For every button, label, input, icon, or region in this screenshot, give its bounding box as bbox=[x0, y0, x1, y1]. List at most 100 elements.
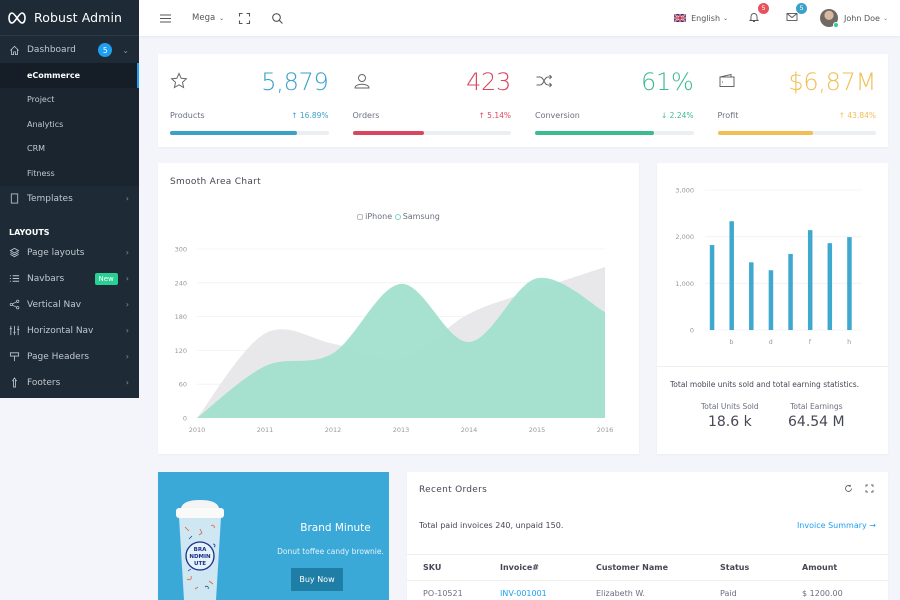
star-icon bbox=[170, 72, 188, 90]
dashboard-submenu: eCommerce Project Analytics CRM Fitness bbox=[0, 63, 139, 186]
sidebar-item-page-headers[interactable]: Page Headers › bbox=[0, 344, 139, 370]
sidebar-item-horizontal-nav[interactable]: Horizontal Nav › bbox=[0, 318, 139, 344]
mega-menu-label: Mega bbox=[192, 13, 216, 23]
bar-f[interactable] bbox=[807, 230, 813, 330]
stat-value: 5,879 bbox=[261, 68, 329, 96]
user-avatar[interactable] bbox=[820, 9, 840, 28]
sidebar-item-label: Page Headers bbox=[27, 351, 90, 362]
y-tick-label: 120 bbox=[175, 347, 187, 355]
chevron-right-icon: › bbox=[125, 248, 129, 257]
stat-change: ↑ 16.89% bbox=[291, 111, 329, 120]
stat-value: $6,87M bbox=[788, 68, 876, 96]
sidebar: Robust Admin Dashboard 5 ⌄ eCommerce Pro… bbox=[0, 0, 139, 398]
chevron-down-icon: ⌄ bbox=[217, 15, 225, 22]
app-title: Robust Admin bbox=[34, 10, 123, 25]
online-status-indicator bbox=[833, 22, 840, 28]
stats-card: 5,879 Products ↑ 16.89% 423 Orders ↑ 5.1… bbox=[158, 54, 888, 147]
share-icon bbox=[8, 299, 20, 311]
section-header-layouts: LAYOUTS bbox=[9, 227, 50, 237]
table-row[interactable]: PO-10521 INV-001001 Elizabeth W. Paid $ … bbox=[407, 580, 888, 600]
stat-products: 5,879 Products ↑ 16.89% bbox=[158, 54, 341, 147]
reload-icon[interactable] bbox=[844, 484, 853, 496]
cell-amount: $ 1200.00 bbox=[802, 589, 843, 598]
cup-text-line: NDMIN bbox=[189, 554, 211, 560]
language-dropdown[interactable]: English ⌄ bbox=[674, 14, 728, 23]
stat-change: ↓ 2.24% bbox=[661, 111, 694, 120]
stat-profit: $6,87M Profit ↑ 43.84% bbox=[706, 54, 889, 147]
sidebar-subitem-analytics[interactable]: Analytics bbox=[0, 112, 139, 137]
sidebar-item-vertical-nav[interactable]: Vertical Nav › bbox=[0, 292, 139, 318]
sidebar-subitem-crm[interactable]: CRM bbox=[0, 137, 139, 162]
bell-icon bbox=[748, 12, 760, 22]
brand[interactable]: Robust Admin bbox=[0, 0, 139, 36]
cell-invoice-link[interactable]: INV-001001 bbox=[500, 589, 596, 598]
bar-a[interactable] bbox=[709, 245, 715, 330]
kpi-label: Total Units Sold bbox=[701, 402, 759, 411]
mail-icon bbox=[786, 12, 798, 21]
x-tick-label: 2011 bbox=[257, 426, 274, 434]
kpi-value: 18.6 k bbox=[707, 414, 752, 430]
bar-d[interactable] bbox=[768, 270, 774, 330]
stat-value: 423 bbox=[466, 68, 511, 96]
sidebar-item-templates[interactable]: Templates › bbox=[0, 186, 139, 212]
x-tick-label: f bbox=[809, 338, 812, 346]
bar-e[interactable] bbox=[788, 253, 793, 330]
menu-toggle-icon[interactable] bbox=[159, 12, 172, 25]
x-tick-label: 2014 bbox=[461, 426, 478, 434]
bar-chart-description: Total mobile units sold and total earnin… bbox=[670, 380, 860, 389]
promo-subtitle: Donut toffee candy brownie. bbox=[277, 547, 384, 556]
sidebar-item-dashboard[interactable]: Dashboard 5 ⌄ bbox=[0, 37, 139, 63]
x-tick-label: 2012 bbox=[325, 426, 342, 434]
x-tick-label: h bbox=[847, 338, 851, 346]
sidebar-item-label: Horizontal Nav bbox=[27, 325, 94, 336]
sidebar-subitem-project[interactable]: Project bbox=[0, 88, 139, 113]
list-icon bbox=[8, 273, 20, 285]
column-header-sku: SKU bbox=[423, 563, 442, 572]
notifications-button[interactable]: 5 bbox=[748, 2, 770, 26]
promo-card: BRA NDMIN UTE Brand Minute Donut toffee … bbox=[158, 472, 389, 600]
sidebar-item-footers[interactable]: Footers › bbox=[0, 370, 139, 396]
kpi-earnings: Total Earnings 64.54 M bbox=[788, 402, 845, 430]
sidebar-subitem-fitness[interactable]: Fitness bbox=[0, 161, 139, 186]
divider bbox=[657, 366, 888, 367]
x-tick-label: 2015 bbox=[529, 426, 546, 434]
bar-h[interactable] bbox=[847, 237, 852, 330]
language-label: English bbox=[691, 13, 721, 23]
stat-progress-fill bbox=[170, 131, 297, 135]
mega-menu-dropdown[interactable]: Mega ⌄ bbox=[192, 13, 224, 23]
bar-c[interactable] bbox=[749, 262, 754, 330]
sidebar-item-label: Dashboard bbox=[27, 45, 76, 55]
y-tick-label: 0 bbox=[690, 327, 694, 335]
bar-b[interactable] bbox=[729, 221, 734, 330]
search-icon[interactable] bbox=[271, 12, 284, 25]
stat-progress-bar bbox=[535, 131, 694, 135]
sidebar-subitem-ecommerce[interactable]: eCommerce bbox=[0, 63, 139, 88]
infinity-logo-icon bbox=[8, 11, 26, 24]
footer-icon bbox=[8, 377, 20, 389]
user-name[interactable]: John Doe bbox=[844, 14, 880, 23]
chevron-right-icon: › bbox=[125, 378, 129, 387]
tablet-icon bbox=[8, 193, 20, 205]
x-tick-label: 2016 bbox=[597, 426, 614, 434]
sidebar-item-page-layouts[interactable]: Page layouts › bbox=[0, 240, 139, 266]
promo-title: Brand Minute bbox=[300, 522, 371, 534]
messages-button[interactable]: 5 bbox=[786, 2, 808, 26]
x-tick-label: b bbox=[729, 338, 733, 346]
fullscreen-icon[interactable] bbox=[238, 12, 251, 25]
stat-orders: 423 Orders ↑ 5.14% bbox=[341, 54, 524, 147]
stat-label: Products bbox=[170, 111, 205, 120]
cell-sku: PO-10521 bbox=[423, 589, 463, 598]
invoice-summary-link[interactable]: Invoice Summary → bbox=[797, 521, 876, 530]
sidebar-item-label: Page layouts bbox=[27, 247, 85, 258]
home-icon bbox=[8, 44, 20, 56]
chevron-right-icon: › bbox=[125, 300, 129, 309]
expand-icon[interactable] bbox=[865, 484, 874, 496]
stat-label: Conversion bbox=[535, 111, 580, 120]
wallet-icon bbox=[718, 72, 736, 90]
orders-table: SKU Invoice# Customer Name Status Amount… bbox=[407, 554, 888, 600]
buy-now-button[interactable]: Buy Now bbox=[291, 568, 343, 591]
kpi-units-sold: Total Units Sold 18.6 k bbox=[701, 402, 759, 430]
stat-progress-fill bbox=[352, 131, 424, 135]
bar-g[interactable] bbox=[827, 243, 833, 330]
sidebar-item-navbars[interactable]: Navbars New › bbox=[0, 266, 139, 292]
